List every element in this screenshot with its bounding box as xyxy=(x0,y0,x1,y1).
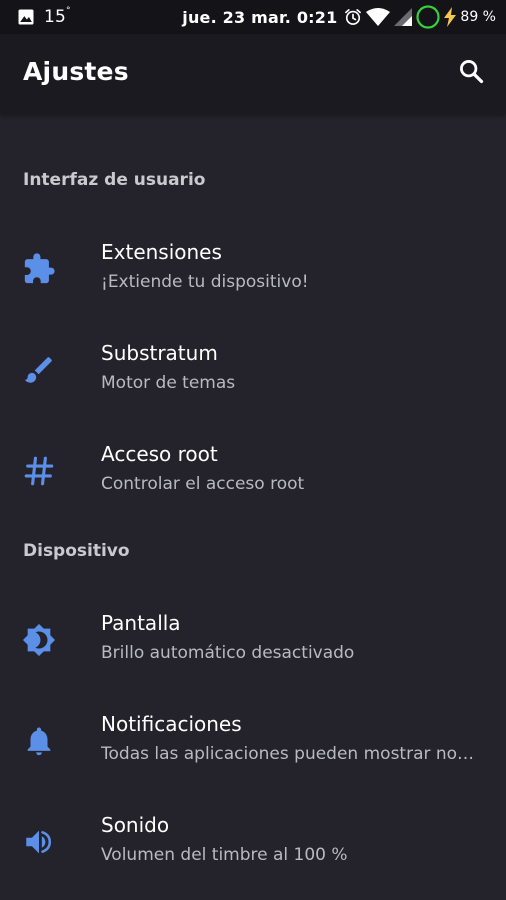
item-summary: ¡Extiende tu dispositivo! xyxy=(101,272,309,292)
item-title: Acceso root xyxy=(101,442,218,466)
item-title: Extensiones xyxy=(101,240,222,264)
settings-item-substratum[interactable]: Substratum Motor de temas xyxy=(0,322,506,418)
charging-bolt-icon xyxy=(443,7,457,27)
settings-item-root-access[interactable]: Acceso root Controlar el acceso root xyxy=(0,423,506,519)
status-datetime: jue. 23 mar. 0:21 xyxy=(182,7,338,27)
item-summary: Volumen del timbre al 100 % xyxy=(101,845,348,865)
section-header-user-interface: Interfaz de usuario xyxy=(23,170,206,190)
volume-icon xyxy=(22,825,56,859)
search-icon xyxy=(457,57,485,89)
weather-temperature: 15° xyxy=(44,6,71,27)
status-bar-left: 15° xyxy=(14,6,71,28)
status-bar-right: jue. 23 mar. 0:21 89 % xyxy=(182,4,496,30)
brightness-icon xyxy=(22,623,56,657)
item-summary: Motor de temas xyxy=(101,373,236,393)
settings-item-extensions[interactable]: Extensiones ¡Extiende tu dispositivo! xyxy=(0,221,506,317)
alarm-icon xyxy=(343,7,363,27)
bell-icon xyxy=(22,724,56,758)
status-bar: 15° jue. 23 mar. 0:21 89 % xyxy=(0,0,506,34)
brush-icon xyxy=(22,353,56,387)
settings-item-display[interactable]: Pantalla Brillo automático desactivado xyxy=(0,592,506,688)
settings-item-notifications[interactable]: Notificaciones Todas las aplicaciones pu… xyxy=(0,693,506,789)
battery-percent: 89 % xyxy=(460,9,496,25)
item-title: Notificaciones xyxy=(101,712,242,736)
item-summary: Todas las aplicaciones pueden mostrar no… xyxy=(101,744,475,764)
search-button[interactable] xyxy=(456,58,486,88)
item-title: Substratum xyxy=(101,341,218,365)
settings-item-sound[interactable]: Sonido Volumen del timbre al 100 % xyxy=(0,794,506,890)
item-summary: Brillo automático desactivado xyxy=(101,643,355,663)
circle-status-icon xyxy=(415,4,441,30)
item-title: Sonido xyxy=(101,813,170,837)
hash-icon xyxy=(22,454,56,488)
app-bar: Ajustes xyxy=(0,34,506,114)
item-title: Pantalla xyxy=(101,611,181,635)
cell-signal-icon xyxy=(393,7,413,27)
page-title: Ajustes xyxy=(23,57,129,86)
image-icon xyxy=(16,7,36,27)
wifi-icon xyxy=(365,7,391,27)
puzzle-icon xyxy=(22,252,56,286)
item-summary: Controlar el acceso root xyxy=(101,474,305,494)
section-header-device: Dispositivo xyxy=(23,541,130,561)
